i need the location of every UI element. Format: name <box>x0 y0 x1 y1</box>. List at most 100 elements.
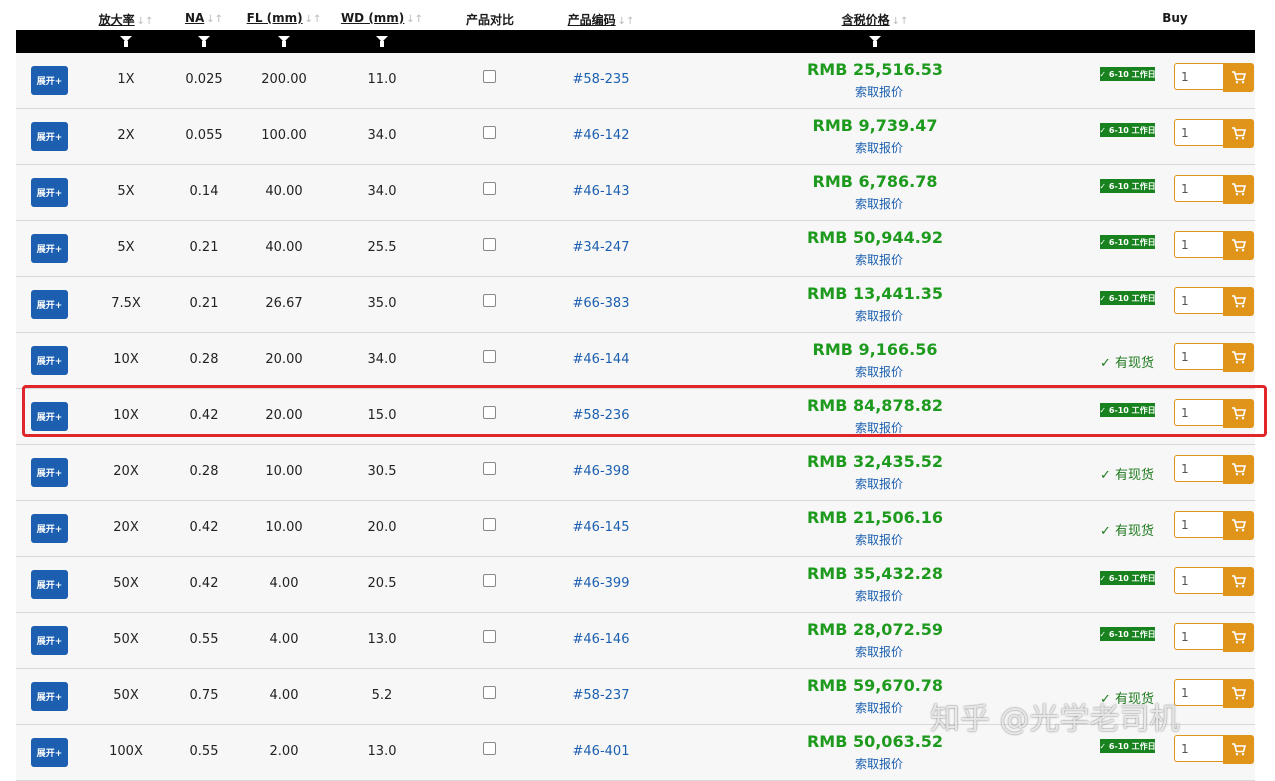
quantity-input[interactable]: 1 <box>1174 343 1223 370</box>
product-code-link[interactable]: #58-236 <box>573 408 630 423</box>
product-code-link[interactable]: #46-143 <box>573 184 630 199</box>
product-code-link[interactable]: #46-144 <box>573 352 630 367</box>
request-quote-link[interactable]: 索取报价 <box>855 363 903 380</box>
product-code-link[interactable]: #34-247 <box>573 240 630 255</box>
add-to-cart-button[interactable] <box>1223 511 1254 540</box>
expand-button[interactable]: 展开+ <box>31 738 68 767</box>
expand-button[interactable]: 展开+ <box>31 570 68 599</box>
compare-checkbox[interactable] <box>483 294 496 307</box>
cell-fl: 200.00 <box>261 72 307 87</box>
add-to-cart-button[interactable] <box>1223 287 1254 316</box>
add-to-cart-button[interactable] <box>1223 119 1254 148</box>
sort-icon[interactable]: ↓↑ <box>892 16 909 27</box>
quantity-input[interactable]: 1 <box>1174 399 1223 426</box>
add-to-cart-button[interactable] <box>1223 231 1254 260</box>
add-to-cart-button[interactable] <box>1223 623 1254 652</box>
product-code-link[interactable]: #58-237 <box>573 688 630 703</box>
quantity-input[interactable]: 1 <box>1174 119 1223 146</box>
request-quote-link[interactable]: 索取报价 <box>855 139 903 156</box>
expand-button[interactable]: 展开+ <box>31 346 68 375</box>
sort-icon[interactable]: ↓↑ <box>305 14 322 25</box>
add-to-cart-button[interactable] <box>1223 175 1254 204</box>
add-to-cart-button[interactable] <box>1223 343 1254 372</box>
request-quote-link[interactable]: 索取报价 <box>855 755 903 772</box>
compare-checkbox[interactable] <box>483 126 496 139</box>
compare-checkbox[interactable] <box>483 630 496 643</box>
compare-checkbox[interactable] <box>483 406 496 419</box>
expand-button[interactable]: 展开+ <box>31 458 68 487</box>
add-to-cart-button[interactable] <box>1223 63 1254 92</box>
expand-button[interactable]: 展开+ <box>31 682 68 711</box>
header-price[interactable]: 含税价格 ↓↑ <box>842 11 909 28</box>
compare-checkbox[interactable] <box>483 574 496 587</box>
quantity-input[interactable]: 1 <box>1174 175 1223 202</box>
funnel-icon[interactable] <box>198 36 210 47</box>
request-quote-link[interactable]: 索取报价 <box>855 475 903 492</box>
expand-button[interactable]: 展开+ <box>31 626 68 655</box>
expand-button[interactable]: 展开+ <box>31 290 68 319</box>
request-quote-link[interactable]: 索取报价 <box>855 699 903 716</box>
product-code-link[interactable]: #46-399 <box>573 576 630 591</box>
compare-checkbox[interactable] <box>483 742 496 755</box>
request-quote-link[interactable]: 索取报价 <box>855 643 903 660</box>
quantity-input[interactable]: 1 <box>1174 735 1223 762</box>
add-to-cart-button[interactable] <box>1223 399 1254 428</box>
header-fl[interactable]: FL (mm) ↓↑ <box>247 11 322 25</box>
add-to-cart-button[interactable] <box>1223 735 1254 764</box>
compare-checkbox[interactable] <box>483 518 496 531</box>
expand-button[interactable]: 展开+ <box>31 178 68 207</box>
request-quote-link[interactable]: 索取报价 <box>855 83 903 100</box>
funnel-icon[interactable] <box>120 36 132 47</box>
expand-button[interactable]: 展开+ <box>31 66 68 95</box>
product-code-link[interactable]: #66-383 <box>573 296 630 311</box>
quantity-input[interactable]: 1 <box>1174 287 1223 314</box>
sort-icon[interactable]: ↓↑ <box>406 14 423 25</box>
expand-button[interactable]: 展开+ <box>31 402 68 431</box>
request-quote-link[interactable]: 索取报价 <box>855 419 903 436</box>
sort-icon[interactable]: ↓↑ <box>618 16 635 27</box>
quantity-input[interactable]: 1 <box>1174 511 1223 538</box>
request-quote-link[interactable]: 索取报价 <box>855 531 903 548</box>
header-na[interactable]: NA ↓↑ <box>185 11 223 25</box>
product-code-link[interactable]: #46-142 <box>573 128 630 143</box>
product-code-link[interactable]: #46-401 <box>573 744 630 759</box>
expand-button[interactable]: 展开+ <box>31 122 68 151</box>
quantity-input[interactable]: 1 <box>1174 567 1223 594</box>
request-quote-link[interactable]: 索取报价 <box>855 251 903 268</box>
lead-time-badge: ✓ 6-10 工作日 <box>1099 403 1156 417</box>
in-stock-label: ✓ 有现货 <box>1100 692 1155 707</box>
request-quote-link[interactable]: 索取报价 <box>855 307 903 324</box>
sort-icon[interactable]: ↓↑ <box>137 16 154 27</box>
add-to-cart-button[interactable] <box>1223 455 1254 484</box>
quantity-input[interactable]: 1 <box>1174 455 1223 482</box>
product-code-link[interactable]: #46-146 <box>573 632 630 647</box>
product-code-link[interactable]: #46-398 <box>573 464 630 479</box>
funnel-icon[interactable] <box>376 36 388 47</box>
compare-checkbox[interactable] <box>483 182 496 195</box>
header-code[interactable]: 产品编码 ↓↑ <box>568 11 635 28</box>
compare-checkbox[interactable] <box>483 238 496 251</box>
quantity-input[interactable]: 1 <box>1174 623 1223 650</box>
request-quote-link[interactable]: 索取报价 <box>855 587 903 604</box>
funnel-icon[interactable] <box>278 36 290 47</box>
header-magnification[interactable]: 放大率 ↓↑ <box>99 11 154 28</box>
expand-button[interactable]: 展开+ <box>31 514 68 543</box>
compare-checkbox[interactable] <box>483 350 496 363</box>
compare-checkbox[interactable] <box>483 462 496 475</box>
add-to-cart-button[interactable] <box>1223 567 1254 596</box>
product-code-link[interactable]: #58-235 <box>573 72 630 87</box>
request-quote-link[interactable]: 索取报价 <box>855 195 903 212</box>
product-code-link[interactable]: #46-145 <box>573 520 630 535</box>
compare-checkbox[interactable] <box>483 70 496 83</box>
cell-fl: 10.00 <box>265 464 303 479</box>
header-wd[interactable]: WD (mm) ↓↑ <box>341 11 423 25</box>
sort-icon[interactable]: ↓↑ <box>206 14 223 25</box>
quantity-input[interactable]: 1 <box>1174 679 1223 706</box>
compare-checkbox[interactable] <box>483 686 496 699</box>
add-to-cart-button[interactable] <box>1223 679 1254 708</box>
funnel-icon[interactable] <box>869 36 881 47</box>
quantity-input[interactable]: 1 <box>1174 63 1223 90</box>
quantity-input[interactable]: 1 <box>1174 231 1223 258</box>
expand-button[interactable]: 展开+ <box>31 234 68 263</box>
cell-magnification: 7.5X <box>111 296 141 311</box>
